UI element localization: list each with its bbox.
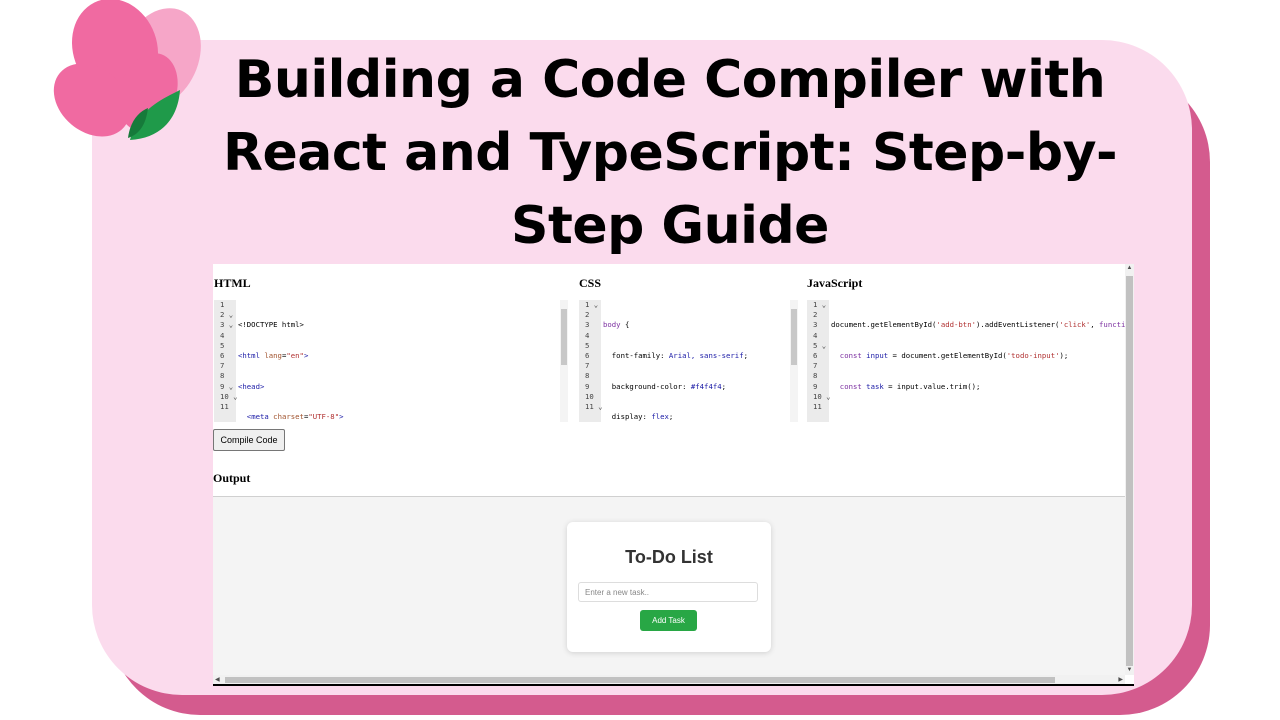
line-number: 11 ⌄	[585, 401, 603, 411]
todo-title: To-Do List	[625, 547, 713, 567]
html-editor-scrollbar[interactable]	[560, 300, 568, 422]
html-editor[interactable]: 1 2 ⌄ 3 ⌄ 4 5 6 7 8 9 ⌄ 10 ⌄ 11 <!DOCTYP…	[214, 300, 568, 422]
css-editor-scrollbar[interactable]	[790, 300, 798, 422]
line-number: 7	[585, 361, 590, 371]
line-number: 2 ⌄	[220, 310, 234, 320]
line-number: 1 ⌄	[813, 300, 827, 309]
line-number: 10 ⌄	[813, 391, 831, 401]
line-number: 11	[220, 401, 229, 411]
line-number: 6	[585, 350, 590, 360]
line-number: 9	[813, 381, 818, 391]
line-number: 3	[585, 320, 590, 330]
title-line-3: Step Guide	[511, 196, 829, 256]
line-number: 5	[220, 340, 225, 350]
scroll-up-icon[interactable]: ▲	[1125, 264, 1134, 273]
line-number: 7	[813, 361, 818, 371]
title-line-2: React and TypeScript: Step-by-	[222, 123, 1118, 183]
scroll-down-icon[interactable]: ▼	[1125, 666, 1134, 675]
line-number: 6	[813, 350, 818, 360]
line-number: 3 ⌄	[220, 320, 234, 330]
line-number: 11	[813, 401, 822, 411]
css-editor[interactable]: 1 ⌄ 2 3 4 5 6 7 8 9 10 11 ⌄ body { font-…	[579, 300, 798, 422]
line-number: 7	[220, 361, 225, 371]
task-input-placeholder: Enter a new task..	[585, 588, 650, 597]
js-pane-label: JavaScript	[807, 276, 863, 290]
css-pane-label: CSS	[579, 276, 602, 290]
html-code: <!DOCTYPE html> <html lang="en"> <head> …	[238, 320, 344, 422]
line-number: 4	[220, 330, 225, 340]
js-code: document.getElementById('add-btn').addEv…	[831, 320, 1125, 391]
html-pane-label: HTML	[214, 276, 251, 290]
js-gutter: 1 ⌄ 2 3 4 5 ⌄ 6 7 8 9 10 ⌄ 11	[807, 300, 831, 422]
line-number: 2	[813, 310, 818, 320]
task-input[interactable]: Enter a new task..	[578, 582, 758, 602]
line-number: 1 ⌄	[585, 300, 599, 309]
css-gutter: 1 ⌄ 2 3 4 5 6 7 8 9 10 11 ⌄	[579, 300, 603, 422]
line-number: 8	[813, 371, 818, 381]
title-line-1: Building a Code Compiler with	[234, 50, 1106, 110]
line-number: 6	[220, 350, 225, 360]
vertical-scrollbar[interactable]: ▲ ▼	[1125, 264, 1134, 675]
line-number: 4	[813, 330, 818, 340]
js-editor[interactable]: 1 ⌄ 2 3 4 5 ⌄ 6 7 8 9 10 ⌄ 11 document.g…	[807, 300, 1125, 422]
output-preview: To-Do List Enter a new task.. Add Task	[213, 496, 1125, 676]
line-number: 3	[813, 320, 818, 330]
line-number: 1	[220, 300, 225, 309]
line-number: 2	[585, 310, 590, 320]
line-number: 9 ⌄	[220, 381, 234, 391]
line-number: 5 ⌄	[813, 340, 827, 350]
output-label: Output	[213, 471, 251, 485]
add-task-button[interactable]: Add Task	[640, 610, 697, 631]
line-number: 5	[585, 340, 590, 350]
html-gutter: 1 2 ⌄ 3 ⌄ 4 5 6 7 8 9 ⌄ 10 ⌄ 11	[214, 300, 238, 422]
line-number: 9	[585, 381, 590, 391]
line-number: 8	[585, 371, 590, 381]
page-title: Building a Code Compiler with React and …	[220, 44, 1120, 263]
css-code: body { font-family: Arial, sans-serif; b…	[603, 320, 748, 422]
line-number: 10	[585, 391, 594, 401]
scrollbar-thumb[interactable]	[225, 677, 1055, 683]
divider	[213, 684, 1134, 686]
line-number: 4	[585, 330, 590, 340]
line-number: 10 ⌄	[220, 391, 238, 401]
flower-icon	[53, 0, 201, 140]
todo-card: To-Do List Enter a new task.. Add Task	[567, 522, 771, 652]
compiler-screenshot: HTML 1 2 ⌄ 3 ⌄ 4 5 6 7 8 9 ⌄ 10 ⌄ 11 <!D…	[213, 264, 1134, 685]
compile-code-button[interactable]: Compile Code	[213, 429, 285, 451]
scrollbar-thumb[interactable]	[1126, 276, 1133, 666]
line-number: 8	[220, 371, 225, 381]
